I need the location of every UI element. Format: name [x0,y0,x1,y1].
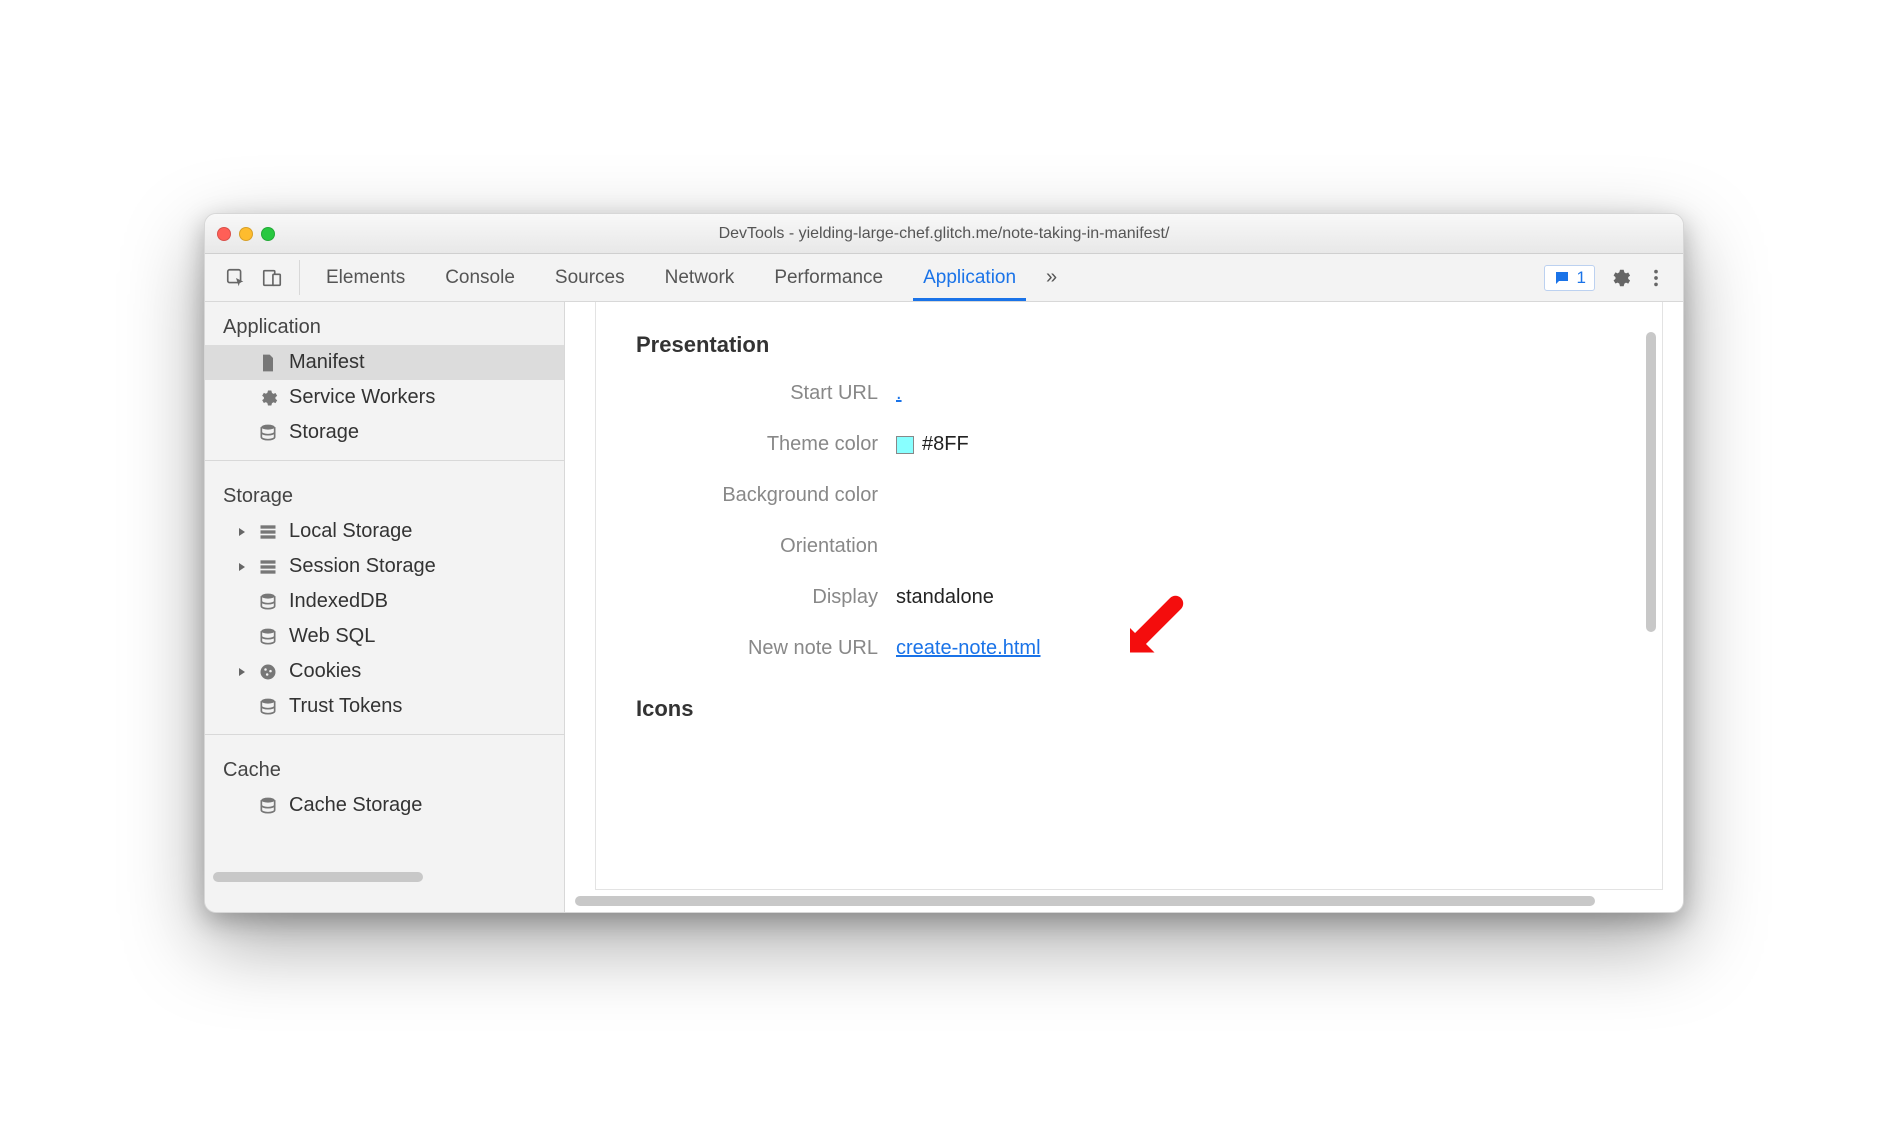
disclosure-triangle-icon[interactable] [235,525,249,539]
tab-performance[interactable]: Performance [754,254,903,301]
database-icon [257,422,279,444]
panel-horizontal-scrollbar[interactable] [575,896,1595,906]
sidebar-item-label: Session Storage [289,555,436,578]
minimize-window-button[interactable] [239,227,253,241]
sidebar-item-label: Web SQL [289,625,375,648]
tab-application[interactable]: Application [903,254,1036,301]
sidebar-item-label: IndexedDB [289,590,388,613]
sidebar-item-label: Service Workers [289,386,435,409]
traffic-lights [217,227,275,241]
database-icon [257,795,279,817]
close-window-button[interactable] [217,227,231,241]
settings-gear-icon[interactable] [1609,267,1631,289]
disclosure-triangle-icon[interactable] [235,560,249,574]
sidebar-item-manifest[interactable]: Manifest [205,345,564,380]
sidebar-item-label: Trust Tokens [289,695,402,718]
issues-count: 1 [1577,268,1586,288]
sidebar-item-label: Storage [289,421,359,444]
table-icon [257,556,279,578]
label-display: Display [636,586,896,609]
sidebar-item-label: Cache Storage [289,794,422,817]
database-icon [257,626,279,648]
sidebar-horizontal-scrollbar[interactable] [213,872,423,882]
sidebar-item-service-workers[interactable]: Service Workers [205,380,564,415]
label-orientation: Orientation [636,535,896,558]
label-new-note-url: New note URL [636,637,896,660]
icons-heading: Icons [636,696,1622,722]
gear-icon [257,387,279,409]
file-icon [257,352,279,374]
panel-tabs: Elements Console Sources Network Perform… [306,254,1538,301]
theme-color-value: #8FF [922,433,969,456]
panel-vertical-scrollbar[interactable] [1646,332,1656,632]
database-icon [257,696,279,718]
sidebar-section-storage: Storage [205,471,564,514]
theme-color-swatch [896,436,914,454]
tab-elements[interactable]: Elements [306,254,425,301]
sidebar-item-session-storage[interactable]: Session Storage [205,549,564,584]
devtools-window: DevTools - yielding-large-chef.glitch.me… [204,213,1684,913]
display-value: standalone [896,586,994,609]
sidebar-item-websql[interactable]: Web SQL [205,619,564,654]
sidebar-item-local-storage[interactable]: Local Storage [205,514,564,549]
kebab-menu-icon[interactable] [1645,267,1667,289]
device-toolbar-icon[interactable] [261,267,283,289]
row-new-note-url: New note URL create-note.html [636,637,1622,660]
new-note-url-link[interactable]: create-note.html [896,637,1041,660]
tab-sources[interactable]: Sources [535,254,645,301]
presentation-heading: Presentation [636,332,1622,358]
manifest-panel: Presentation Start URL . Theme color #8F… [565,302,1683,912]
table-icon [257,521,279,543]
label-background-color: Background color [636,484,896,507]
tabs-overflow-button[interactable]: » [1036,254,1067,301]
row-theme-color: Theme color #8FF [636,433,1622,456]
label-theme-color: Theme color [636,433,896,456]
sidebar-item-label: Manifest [289,351,365,374]
sidebar-item-label: Cookies [289,660,361,683]
issues-badge[interactable]: 1 [1544,265,1595,291]
row-start-url: Start URL . [636,382,1622,405]
sidebar-item-storage[interactable]: Storage [205,415,564,450]
sidebar-item-cookies[interactable]: Cookies [205,654,564,689]
sidebar-section-application: Application [205,302,564,345]
inspect-element-icon[interactable] [225,267,247,289]
row-background-color: Background color [636,484,1622,507]
window-title: DevTools - yielding-large-chef.glitch.me… [205,225,1683,243]
sidebar-item-label: Local Storage [289,520,412,543]
window-titlebar: DevTools - yielding-large-chef.glitch.me… [205,214,1683,254]
sidebar-item-cache-storage[interactable]: Cache Storage [205,788,564,823]
maximize-window-button[interactable] [261,227,275,241]
sidebar-item-indexeddb[interactable]: IndexedDB [205,584,564,619]
label-start-url: Start URL [636,382,896,405]
annotation-arrow-icon [1116,593,1186,663]
tab-console[interactable]: Console [425,254,535,301]
cookie-icon [257,661,279,683]
database-icon [257,591,279,613]
row-orientation: Orientation [636,535,1622,558]
start-url-link[interactable]: . [896,382,902,405]
application-sidebar: Application Manifest Service Workers Sto… [205,302,565,912]
tab-network[interactable]: Network [645,254,755,301]
sidebar-item-trust-tokens[interactable]: Trust Tokens [205,689,564,724]
disclosure-triangle-icon[interactable] [235,665,249,679]
devtools-toolbar: Elements Console Sources Network Perform… [205,254,1683,302]
sidebar-section-cache: Cache [205,745,564,788]
